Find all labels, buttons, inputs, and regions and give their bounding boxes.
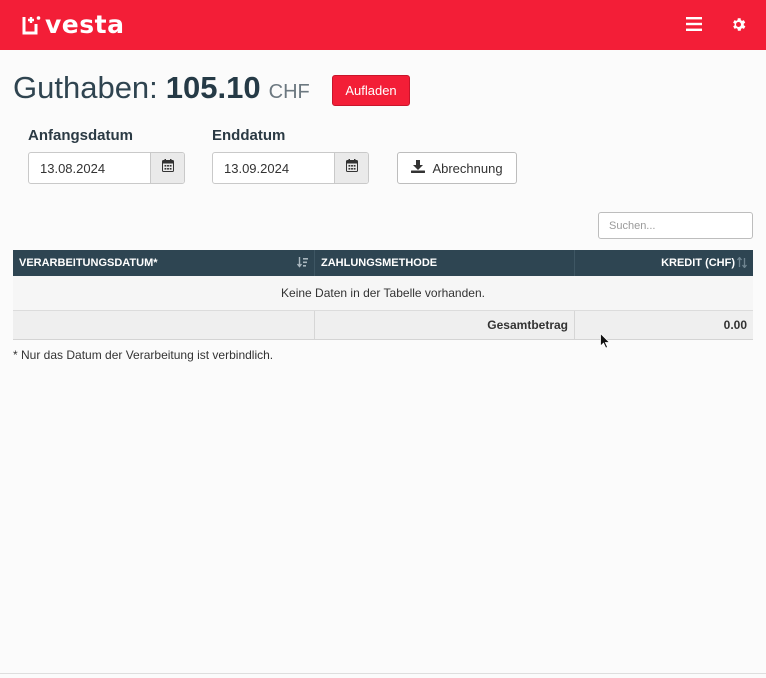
empty-table-message: Keine Daten in der Tabelle vorhanden.	[13, 276, 753, 311]
topup-button[interactable]: Aufladen	[332, 75, 410, 106]
table-header: VERARBEITUNGSDATUM* ZAHLUNGSMETHODE KRED…	[13, 250, 753, 276]
balance-label: Guthaben:	[13, 70, 158, 105]
sort-descending-icon	[296, 257, 308, 271]
sort-icon	[736, 256, 748, 271]
gear-icon[interactable]	[728, 14, 748, 34]
export-statement-button[interactable]: Abrechnung	[397, 152, 517, 184]
vesta-logo-icon	[21, 14, 41, 36]
footer-cell-empty	[13, 311, 315, 339]
balance-amount: 105.10	[165, 70, 261, 105]
column-header-payment-method[interactable]: ZAHLUNGSMETHODE	[315, 250, 575, 276]
top-navbar: vesta	[0, 0, 766, 50]
total-label: Gesamtbetrag	[315, 311, 575, 339]
end-date-label: Enddatum	[212, 127, 286, 144]
end-date-calendar-button[interactable]	[334, 153, 368, 183]
start-date-label: Anfangsdatum	[28, 127, 133, 144]
balance-display: Guthaben: 105.10 CHF	[13, 70, 310, 106]
hamburger-menu-icon[interactable]	[684, 14, 704, 34]
start-date-calendar-button[interactable]	[150, 153, 184, 183]
column-header-label: KREDIT (CHF)	[661, 257, 735, 269]
column-header-credit[interactable]: KREDIT (CHF)	[575, 250, 753, 276]
processing-date-footnote: * Nur das Datum der Verarbeitung ist ver…	[13, 348, 274, 362]
start-date-input[interactable]: 13.08.2024	[29, 153, 150, 183]
table-footer: Gesamtbetrag 0.00	[13, 311, 753, 340]
balance-currency: CHF	[268, 81, 310, 103]
search-input[interactable]: Suchen...	[598, 212, 753, 239]
start-date-picker: 13.08.2024	[28, 152, 185, 184]
calendar-icon	[345, 159, 358, 177]
mouse-pointer-icon	[600, 332, 611, 354]
column-header-label: ZAHLUNGSMETHODE	[321, 257, 438, 269]
brand-name: vesta	[45, 10, 125, 39]
export-statement-label: Abrechnung	[432, 160, 503, 176]
bottom-divider	[0, 673, 766, 674]
column-header-label: VERARBEITUNGSDATUM*	[19, 257, 158, 269]
transactions-table: VERARBEITUNGSDATUM* ZAHLUNGSMETHODE KRED…	[13, 250, 753, 340]
end-date-input[interactable]: 13.09.2024	[213, 153, 334, 183]
column-header-processing-date[interactable]: VERARBEITUNGSDATUM*	[13, 250, 315, 276]
end-date-picker: 13.09.2024	[212, 152, 369, 184]
brand-logo[interactable]: vesta	[21, 12, 124, 37]
calendar-icon	[161, 159, 174, 177]
download-icon	[411, 160, 426, 176]
